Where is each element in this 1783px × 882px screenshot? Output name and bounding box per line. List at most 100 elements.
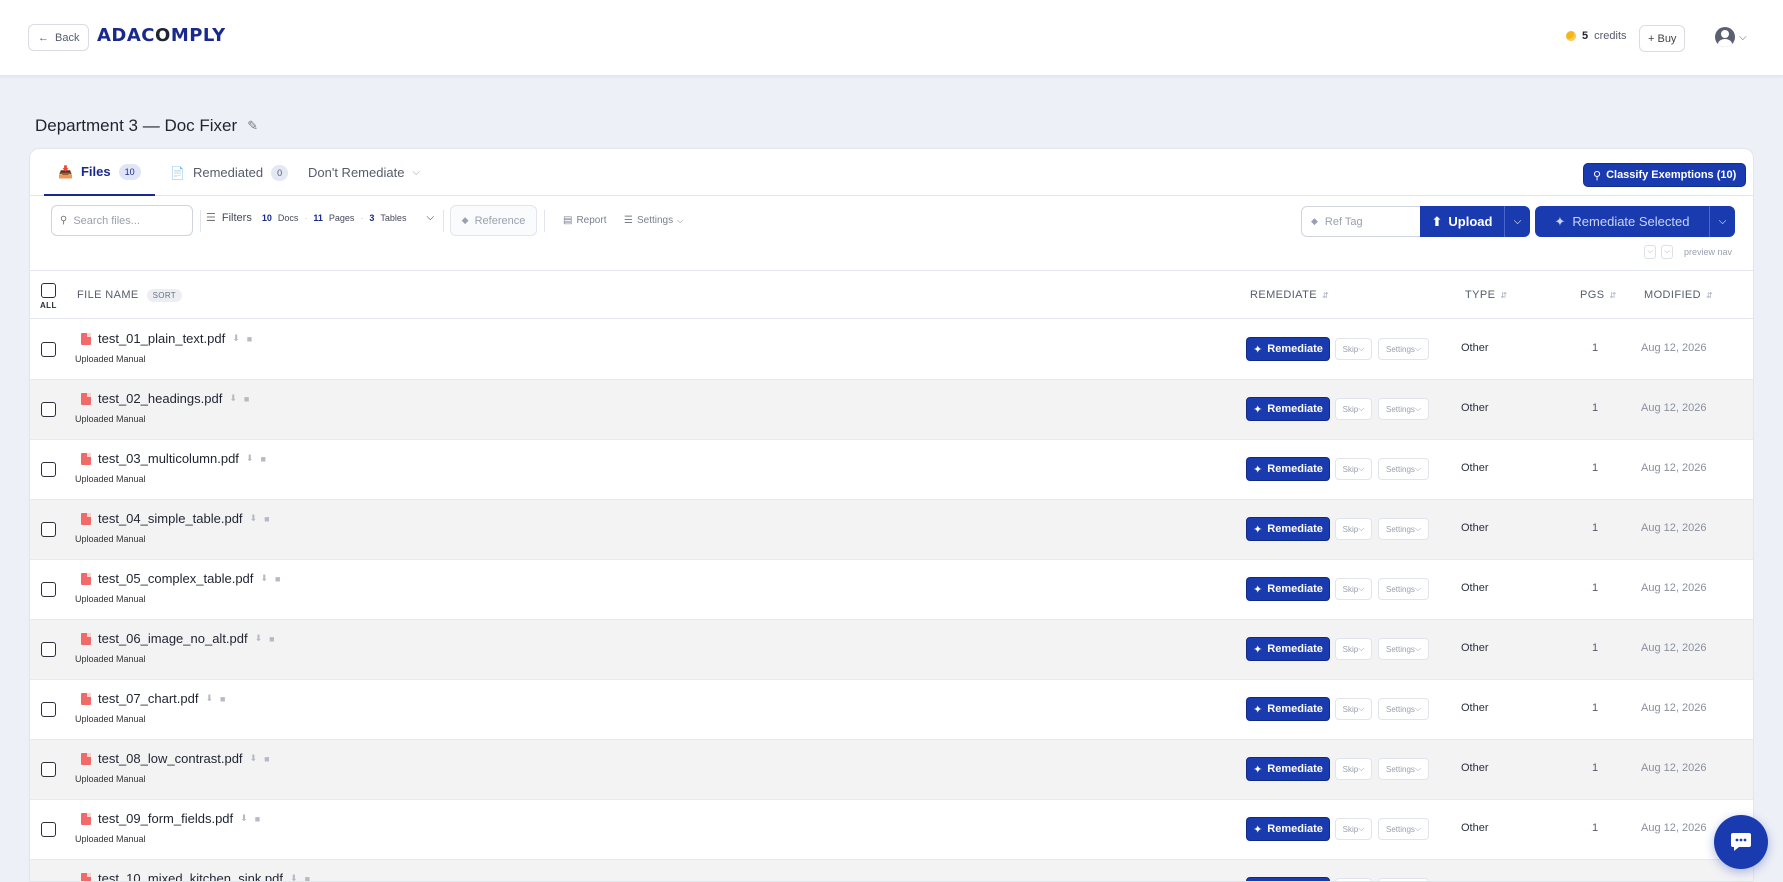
download-icon[interactable]: ⬇ [240, 813, 248, 824]
tab-dont-remediate[interactable]: Don't Remediate ⌵ [298, 149, 430, 196]
row-checkbox[interactable] [41, 822, 56, 837]
trash-icon[interactable]: ■ [264, 514, 269, 524]
upload-dropdown-button[interactable]: ⌵ [1504, 206, 1530, 237]
download-icon[interactable]: ⬇ [250, 753, 258, 764]
table-row[interactable]: test_10_mixed_kitchen_sink.pdf⬇■Uploaded… [30, 860, 1753, 882]
skip-dropdown[interactable]: Skip⌵ [1335, 578, 1372, 600]
tab-files[interactable]: 📥 Files 10 [44, 149, 155, 196]
file-name[interactable]: test_05_complex_table.pdf [98, 571, 253, 586]
row-settings-dropdown[interactable]: Settings⌵ [1378, 338, 1429, 360]
skip-dropdown[interactable]: Skip⌵ [1335, 878, 1372, 881]
column-modified[interactable]: MODIFIED ⇵ [1644, 271, 1713, 319]
remediate-selected-button[interactable]: ✦ Remediate Selected [1535, 206, 1709, 237]
reference-button[interactable]: ◆ Reference [450, 205, 537, 236]
table-row[interactable]: test_05_complex_table.pdf ⬇ ■ Uploaded Manu… [30, 560, 1753, 620]
remediate-button[interactable]: ✦Remediate [1246, 517, 1330, 541]
file-name[interactable]: test_01_plain_text.pdf [98, 331, 225, 346]
back-button[interactable]: ← Back [28, 24, 90, 51]
row-settings-dropdown[interactable]: Settings⌵ [1378, 458, 1429, 480]
file-name[interactable]: test_03_multicolumn.pdf [98, 451, 239, 466]
upload-button[interactable]: ⬆ Upload [1420, 206, 1504, 237]
classify-exemptions-button[interactable]: ⚲ Classify Exemptions (10) [1583, 163, 1747, 187]
remediate-button[interactable]: ✦Remediate [1246, 337, 1330, 361]
column-remediate[interactable]: REMEDIATE ⇵ [1250, 271, 1329, 319]
table-row[interactable]: test_01_plain_text.pdf ⬇ ■ Uploaded Manual ✦… [30, 320, 1753, 380]
row-checkbox[interactable] [41, 702, 56, 717]
download-icon[interactable]: ⬇ [290, 873, 298, 881]
select-all-checkbox[interactable] [40, 283, 56, 298]
table-row[interactable]: test_09_form_fields.pdf ⬇ ■ Uploaded Manual… [30, 800, 1753, 860]
download-icon[interactable]: ⬇ [229, 393, 237, 404]
column-type[interactable]: TYPE ⇵ [1465, 271, 1507, 319]
file-name[interactable]: test_02_headings.pdf [98, 391, 222, 406]
row-checkbox[interactable] [41, 762, 56, 777]
ref-tag-input[interactable] [1324, 215, 1405, 228]
download-icon[interactable]: ⬇ [250, 513, 258, 524]
skip-dropdown[interactable]: Skip⌵ [1335, 458, 1372, 480]
buy-credits-button[interactable]: + Buy [1639, 25, 1686, 52]
row-checkbox[interactable] [41, 642, 56, 657]
remediate-button[interactable]: ✦Remediate [1246, 817, 1330, 841]
row-settings-dropdown[interactable]: Settings⌵ [1378, 578, 1429, 600]
edit-pencil-icon[interactable]: ✎ [247, 118, 258, 134]
file-name[interactable]: test_10_mixed_kitchen_sink.pdf [98, 871, 283, 881]
skip-dropdown[interactable]: Skip⌵ [1335, 818, 1372, 840]
row-checkbox[interactable] [41, 402, 56, 417]
trash-icon[interactable]: ■ [305, 874, 310, 882]
tab-remediated[interactable]: 📄 Remediated 0 [160, 149, 298, 196]
trash-icon[interactable]: ■ [220, 694, 225, 704]
table-row[interactable]: test_02_headings.pdf ⬇ ■ Uploaded Manual ✦ Re… [30, 380, 1753, 440]
download-icon[interactable]: ⬇ [232, 333, 240, 344]
skip-dropdown[interactable]: Skip⌵ [1335, 398, 1372, 420]
row-checkbox[interactable] [41, 582, 56, 597]
remediate-button[interactable]: ✦Remediate [1246, 397, 1330, 421]
filters-button[interactable]: ☰ Filters 10 Docs · 11 Pages · 3 Tables … [206, 211, 434, 225]
remediate-button[interactable]: ✦Remediate [1246, 577, 1330, 601]
remediate-button[interactable]: ✦Remediate [1246, 697, 1330, 721]
user-menu[interactable]: ⌵ [1715, 27, 1747, 47]
file-name[interactable]: test_04_simple_table.pdf [98, 511, 243, 526]
row-settings-dropdown[interactable]: Settings⌵ [1378, 758, 1429, 780]
row-settings-dropdown[interactable]: Settings⌵ [1378, 398, 1429, 420]
row-settings-dropdown[interactable]: Settings⌵ [1378, 638, 1429, 660]
table-row[interactable]: test_06_image_no_alt.pdf ⬇ ■ Uploaded Manua… [30, 620, 1753, 680]
settings-dropdown[interactable]: ☰ Settings ⌵ [624, 215, 683, 226]
preview-next-button[interactable]: ⌵ [1661, 245, 1673, 259]
row-settings-dropdown[interactable]: Settings⌵ [1378, 698, 1429, 720]
remediate-button[interactable]: ✦Remediate [1246, 757, 1330, 781]
table-row[interactable]: test_07_chart.pdf ⬇ ■ Uploaded Manual ✦ Remed… [30, 680, 1753, 740]
trash-icon[interactable]: ■ [260, 454, 265, 464]
column-pgs[interactable]: PGS ⇵ [1580, 271, 1617, 319]
skip-dropdown[interactable]: Skip⌵ [1335, 698, 1372, 720]
file-name[interactable]: test_07_chart.pdf [98, 691, 198, 706]
file-name[interactable]: test_06_image_no_alt.pdf [98, 631, 248, 646]
sort-chip[interactable]: SORT [146, 288, 182, 302]
row-checkbox[interactable] [41, 522, 56, 537]
download-icon[interactable]: ⬇ [205, 693, 213, 704]
skip-dropdown[interactable]: Skip⌵ [1335, 638, 1372, 660]
skip-dropdown[interactable]: Skip⌵ [1335, 758, 1372, 780]
row-settings-dropdown[interactable]: Settings⌵ [1378, 878, 1429, 881]
remediate-selected-dropdown-button[interactable]: ⌵ [1709, 206, 1735, 237]
trash-icon[interactable]: ■ [264, 754, 269, 764]
file-name[interactable]: test_09_form_fields.pdf [98, 811, 233, 826]
remediate-button[interactable]: ✦Remediate [1246, 637, 1330, 661]
file-name[interactable]: test_08_low_contrast.pdf [98, 751, 243, 766]
trash-icon[interactable]: ■ [275, 574, 280, 584]
remediate-button[interactable]: ✦Remediate [1246, 877, 1330, 881]
trash-icon[interactable]: ■ [247, 334, 252, 344]
report-button[interactable]: ▤ Report [563, 215, 606, 226]
trash-icon[interactable]: ■ [269, 634, 274, 644]
chat-button[interactable] [1714, 815, 1768, 869]
select-all[interactable]: ALL [40, 283, 57, 310]
download-icon[interactable]: ⬇ [246, 453, 254, 464]
table-row[interactable]: test_04_simple_table.pdf ⬇ ■ Uploaded Manua… [30, 500, 1753, 560]
download-icon[interactable]: ⬇ [255, 633, 263, 644]
row-settings-dropdown[interactable]: Settings⌵ [1378, 818, 1429, 840]
row-settings-dropdown[interactable]: Settings⌵ [1378, 518, 1429, 540]
row-checkbox[interactable] [41, 462, 56, 477]
table-row[interactable]: test_03_multicolumn.pdf ⬇ ■ Uploaded Manual… [30, 440, 1753, 500]
preview-prev-button[interactable]: ⌵ [1644, 245, 1656, 259]
row-checkbox[interactable] [41, 342, 56, 357]
search-input[interactable] [73, 214, 184, 227]
